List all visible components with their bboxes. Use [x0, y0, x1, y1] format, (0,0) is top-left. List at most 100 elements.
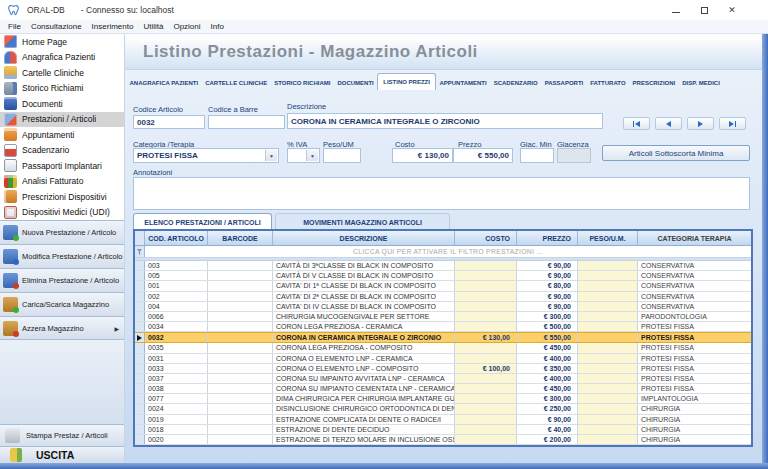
- sidebar-item-passaporti-implantari[interactable]: Passaporti Implantari: [0, 158, 124, 174]
- giac-min-field[interactable]: [520, 148, 554, 163]
- uscita-button[interactable]: USCITA: [0, 446, 124, 463]
- cell-descrizione: CORON LEGA PREZIOSA - CERAMICA: [273, 322, 455, 331]
- minimize-button[interactable]: [662, 0, 690, 20]
- cell-cod-articolo: 002: [145, 292, 208, 301]
- tab-cartelle-cliniche[interactable]: CARTELLE CLINICHE: [202, 76, 271, 90]
- prezzo-field[interactable]: € 550,00: [453, 148, 513, 163]
- row-indicator: [135, 281, 145, 290]
- sidebar: Home PageAnagrafica PazientiCartelle Cli…: [0, 34, 125, 463]
- azzera-magazzino-button[interactable]: Azzera Magazzino▶: [0, 316, 124, 340]
- cell-cod-articolo: 004: [145, 302, 208, 311]
- sidebar-item-dispositivi-medici-udi-[interactable]: Dispositivi Medici (UDI): [0, 205, 124, 221]
- table-row-0019[interactable]: 0019ESTRAZIONE COMPLICATA DI DENTE O RAD…: [135, 415, 751, 425]
- elimina-prestazione-articolo-button[interactable]: Elimina Prestazione / Articolo: [0, 268, 124, 292]
- codice-articolo-field[interactable]: 0032: [133, 115, 205, 129]
- peso-field[interactable]: [323, 148, 361, 163]
- table-row-0077[interactable]: 0077DIMA CHIRURGICA PER CHIRURGIA IMPLAN…: [135, 394, 751, 404]
- codice-articolo-label: Codice Articolo: [133, 105, 183, 114]
- iva-dropdown-icon[interactable]: ▼: [306, 150, 318, 161]
- articoli-sottoscorta-button[interactable]: Articoli Sottoscorta Minima: [602, 145, 750, 161]
- sidebar-item-appuntamenti[interactable]: Appuntamenti: [0, 127, 124, 143]
- tab-anagrafica-pazienti[interactable]: ANAGRAFICA PAZIENTI: [126, 76, 202, 90]
- menu-utilità[interactable]: Utilità: [138, 22, 168, 31]
- maximize-button[interactable]: [690, 0, 718, 20]
- table-row-005[interactable]: 005CAVITÀ DI V CLASSE DI BLACK IN COMPOS…: [135, 271, 751, 281]
- main-panel: Listino Prestazioni - Magazzino Articoli…: [125, 34, 762, 463]
- column-header-barcode[interactable]: BARCODE: [208, 231, 273, 245]
- tab-documenti[interactable]: DOCUMENTI: [334, 76, 377, 90]
- column-header-cod-articolo[interactable]: COD. ARTICOLO: [145, 231, 208, 245]
- menu-info[interactable]: Info: [206, 22, 229, 31]
- categoria-select[interactable]: PROTESI FISSA ▼: [133, 148, 279, 163]
- menu-opzioni[interactable]: Opzioni: [168, 22, 205, 31]
- menu-file[interactable]: File: [3, 22, 26, 31]
- sidebar-item-prestazioni-articoli[interactable]: Prestazioni / Articoli: [0, 112, 124, 128]
- table-row-003[interactable]: 003CAVITÀ DI 3ªCLASSE DI BLACK IN COMPOS…: [135, 261, 751, 271]
- last-record-button[interactable]: [719, 117, 746, 130]
- cell-categoria: CONSERVATIVA: [638, 261, 751, 270]
- iva-select[interactable]: ▼: [287, 148, 320, 163]
- subtab-elenco-prestazioni[interactable]: ELENCO PRESTAZIONI / ARTICOLI: [133, 213, 272, 230]
- sidebar-item-documenti[interactable]: Documenti: [0, 96, 124, 112]
- table-row-0020[interactable]: 0020ESTRAZIONE DI TERZO MOLARE IN INCLUS…: [135, 435, 751, 445]
- column-header-costo[interactable]: COSTO: [455, 231, 517, 245]
- cell-descrizione: CAVITA' DI 2ª CLASSE DI BLACK IN COMPOSI…: [273, 292, 455, 301]
- table-row-0031[interactable]: 0031CORONA O ELEMENTO LNP - CERAMICA€ 40…: [135, 354, 751, 364]
- stampa-prestaz-articoli-button[interactable]: Stampa Prestaz / Articoli: [0, 424, 124, 446]
- tab-fatturato[interactable]: FATTURATO: [587, 76, 629, 90]
- table-row-0037[interactable]: 0037CORONA SU IMPAINTO AVVITATA LNP - CE…: [135, 374, 751, 384]
- grid-filter-row[interactable]: CLICCA QUI PER ATTIVARE IL FILTRO PRESTA…: [135, 246, 751, 258]
- table-row-004[interactable]: 004CAVITA' DI IV CLASSE DI BLACK IN COMP…: [135, 302, 751, 312]
- sidebar-item-anagrafica-pazienti[interactable]: Anagrafica Pazienti: [0, 50, 124, 66]
- tab-storico-richiami[interactable]: STORICO RICHIAMI: [271, 76, 334, 90]
- categoria-dropdown-icon[interactable]: ▼: [265, 150, 277, 161]
- codice-barre-field[interactable]: [208, 115, 285, 129]
- sidebar-item-cartelle-cliniche[interactable]: Cartelle Cliniche: [0, 65, 124, 81]
- first-record-button[interactable]: [623, 117, 650, 130]
- close-button[interactable]: ✕: [718, 0, 746, 20]
- annotazioni-textarea[interactable]: [133, 177, 750, 210]
- table-row-0024[interactable]: 0024DISINCLUSIONE CHIRURGICO ORTODONTICA…: [135, 404, 751, 414]
- tab-disp-medici[interactable]: DISP. MEDICI: [679, 76, 724, 90]
- tab-listino-prezzi[interactable]: LISTINO PREZZI: [377, 73, 436, 90]
- descrizione-field[interactable]: CORONA IN CERAMICA INTEGRALE O ZIRCONIO: [287, 113, 603, 129]
- sidebar-item-label: Scadenzario: [22, 145, 69, 155]
- column-header-descrizione[interactable]: DESCRIZIONE: [273, 231, 455, 245]
- table-row-002[interactable]: 002 CAVITA' DI 2ª CLASSE DI BLACK IN COMP…: [135, 292, 751, 302]
- next-record-button[interactable]: [687, 117, 714, 130]
- cell-prezzo: € 550,00: [517, 333, 578, 342]
- sidebar-item-prescrizioni-dispositivi[interactable]: Prescrizioni Dispositivi: [0, 189, 124, 205]
- previous-record-button[interactable]: [655, 117, 682, 130]
- sidebar-item-home-page[interactable]: Home Page: [0, 34, 124, 50]
- menu-inserimento[interactable]: Inserimento: [87, 22, 139, 31]
- table-row-0033[interactable]: 0033CORONA O ELEMENTO LNP - COMPOSITO€ 1…: [135, 364, 751, 374]
- row-indicator: [135, 322, 145, 331]
- stampa-label: Stampa Prestaz / Articoli: [26, 431, 108, 440]
- tab-passaporti[interactable]: PASSAPORTI: [541, 76, 587, 90]
- modifica-prestazione-articolo-button[interactable]: Modifica Prestazione / Articolo: [0, 244, 124, 268]
- annotazioni-label: Annotazioni: [133, 168, 172, 177]
- table-row-0038[interactable]: 0038CORONA SU IMPIANTO CEMENTATA LNP - C…: [135, 384, 751, 394]
- edit-item-icon: [3, 249, 18, 264]
- costo-field[interactable]: € 130,00: [392, 148, 453, 163]
- table-row-0066[interactable]: 0066CHIRURGIA MUCOGENGIVALE PER SETTORE€…: [135, 312, 751, 322]
- sidebar-item-analisi-fatturato[interactable]: Analisi Fatturato: [0, 174, 124, 190]
- column-header-prezzo[interactable]: PREZZO: [517, 231, 578, 245]
- table-row-0032[interactable]: 0032CORONA IN CERAMICA INTEGRALE O ZIRCO…: [135, 332, 751, 343]
- table-row-0018[interactable]: 0018ESTRAZIONE DI DENTE DECIDUO€ 40,00CH…: [135, 425, 751, 435]
- column-header-categoria-terapia[interactable]: CATEGORIA TERAPIA: [638, 231, 751, 245]
- sidebar-item-scadenzario[interactable]: Scadenzario: [0, 143, 124, 159]
- table-row-0034[interactable]: 0034CORON LEGA PREZIOSA - CERAMICA€ 500,…: [135, 322, 751, 332]
- carica-scarica-magazzino-button[interactable]: Carica/Scarica Magazzino: [0, 292, 124, 316]
- menu-consultazione[interactable]: Consultazione: [26, 22, 87, 31]
- tab-appuntamenti[interactable]: APPUNTAMENTI: [436, 76, 490, 90]
- nuova-prestazione-articolo-button[interactable]: Nuova Prestazione / Articolo: [0, 220, 124, 244]
- column-header-peso-u-m-[interactable]: PESO/U.M.: [578, 231, 638, 245]
- app-window: ORAL-DB - Connesso su: localhost ✕ FileC…: [0, 0, 768, 469]
- sidebar-item-storico-richiami[interactable]: Storico Richiami: [0, 81, 124, 97]
- table-row-001[interactable]: 001CAVITA' DI 1ª CLASSE DI BLACK IN COMP…: [135, 281, 751, 291]
- tab-scadenzario[interactable]: SCADENZARIO: [490, 76, 541, 90]
- subtab-movimenti-magazzino[interactable]: MOVIMENTI MAGAZZINO ARTICOLI: [275, 213, 450, 230]
- table-row-0035[interactable]: 0035CORONA LEGA PREZIOSA - COMPOSITO€ 45…: [135, 343, 751, 353]
- tab-prescrizioni[interactable]: PRESCRIZIONI: [629, 76, 679, 90]
